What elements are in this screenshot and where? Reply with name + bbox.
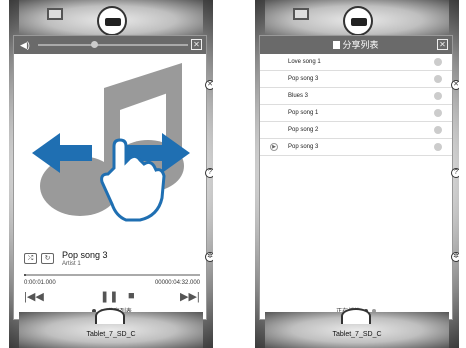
help-icon[interactable]: ? bbox=[205, 168, 213, 178]
total-time: 00000:04:32.000 bbox=[154, 280, 200, 286]
help-icon[interactable]: ? bbox=[451, 168, 459, 178]
media-device-icon[interactable] bbox=[343, 6, 373, 36]
shuffle-icon[interactable]: ⤮ bbox=[24, 253, 37, 264]
device-label: Tablet_7_SD_C bbox=[332, 331, 382, 338]
song-artist: Artist 1 bbox=[62, 261, 81, 267]
playlist-row[interactable]: Love song 1 bbox=[260, 54, 452, 71]
document-icon bbox=[333, 41, 341, 49]
laptop-device-icon[interactable] bbox=[47, 8, 63, 20]
song-title: Pop song 3 bbox=[62, 250, 108, 260]
song-name: Pop song 2 bbox=[288, 127, 319, 133]
playlist-title: 分享列表 bbox=[342, 40, 379, 50]
song-name: Blues 3 bbox=[288, 93, 309, 99]
album-art-illustration bbox=[32, 63, 190, 222]
player-header: ◀) ✕ bbox=[14, 36, 206, 54]
close-side-icon[interactable]: ✕ bbox=[205, 80, 213, 90]
time-row: 0:00:01.000 00000:04:32.000 bbox=[24, 280, 200, 286]
song-name: Pop song 3 bbox=[288, 76, 319, 82]
stop-icon[interactable]: ■ bbox=[128, 290, 135, 302]
remove-icon[interactable] bbox=[434, 58, 442, 66]
tablet-device-icon[interactable] bbox=[95, 308, 125, 324]
playlist-panel: 分享列表 ✕ Love song 1 Pop song 3 Blues 3 Po… bbox=[259, 35, 453, 320]
tablet-device-icon[interactable] bbox=[341, 308, 371, 324]
close-button[interactable]: ✕ bbox=[437, 39, 448, 50]
previous-icon[interactable]: |◀◀ bbox=[24, 290, 44, 303]
close-side-icon[interactable]: ✕ bbox=[451, 80, 459, 90]
song-name: Pop song 1 bbox=[288, 110, 319, 116]
volume-icon[interactable]: ◀) bbox=[20, 40, 34, 51]
device-label: Tablet_7_SD_C bbox=[86, 331, 136, 338]
playlist-row[interactable]: Pop song 2 bbox=[260, 122, 452, 139]
next-icon[interactable]: ▶▶| bbox=[180, 290, 200, 303]
volume-knob[interactable] bbox=[90, 41, 98, 48]
playlist-row[interactable]: Pop song 1 bbox=[260, 105, 452, 122]
remove-icon[interactable] bbox=[434, 143, 442, 151]
remove-icon[interactable] bbox=[434, 126, 442, 134]
playlist-row[interactable]: Pop song 3 bbox=[260, 71, 452, 88]
elapsed-time: 0:00:01.000 bbox=[24, 280, 56, 286]
remove-icon[interactable] bbox=[434, 109, 442, 117]
left-phone-screen: ◀) ✕ ⤮ ↻ Pop song 3 Artist 1 0:00:01.000… bbox=[9, 0, 213, 348]
volume-slider[interactable] bbox=[38, 41, 188, 48]
play-icon[interactable]: ▶ bbox=[270, 143, 278, 151]
settings-icon[interactable]: ✲ bbox=[451, 252, 459, 262]
pause-icon[interactable]: ❚❚ bbox=[100, 290, 118, 303]
progress-bar[interactable] bbox=[24, 274, 200, 276]
playlist-row-active[interactable]: ▶ Pop song 3 bbox=[260, 139, 452, 156]
song-name: Pop song 3 bbox=[288, 144, 319, 150]
close-button[interactable]: ✕ bbox=[191, 39, 202, 50]
laptop-device-icon[interactable] bbox=[293, 8, 309, 20]
song-name: Love song 1 bbox=[288, 59, 321, 65]
right-phone-screen: 分享列表 ✕ Love song 1 Pop song 3 Blues 3 Po… bbox=[255, 0, 459, 348]
playlist-header: 分享列表 ✕ bbox=[260, 36, 452, 54]
settings-icon[interactable]: ✲ bbox=[205, 252, 213, 262]
remove-icon[interactable] bbox=[434, 75, 442, 83]
playlist-row[interactable]: Blues 3 bbox=[260, 88, 452, 105]
remove-icon[interactable] bbox=[434, 92, 442, 100]
repeat-icon[interactable]: ↻ bbox=[41, 253, 54, 264]
song-info: ⤮ ↻ Pop song 3 Artist 1 bbox=[24, 250, 108, 267]
progress-fill bbox=[24, 274, 26, 276]
playback-controls: |◀◀ ❚❚ ■ ▶▶| bbox=[24, 290, 200, 304]
player-panel: ◀) ✕ ⤮ ↻ Pop song 3 Artist 1 0:00:01.000… bbox=[13, 35, 207, 320]
media-device-icon[interactable] bbox=[97, 6, 127, 36]
